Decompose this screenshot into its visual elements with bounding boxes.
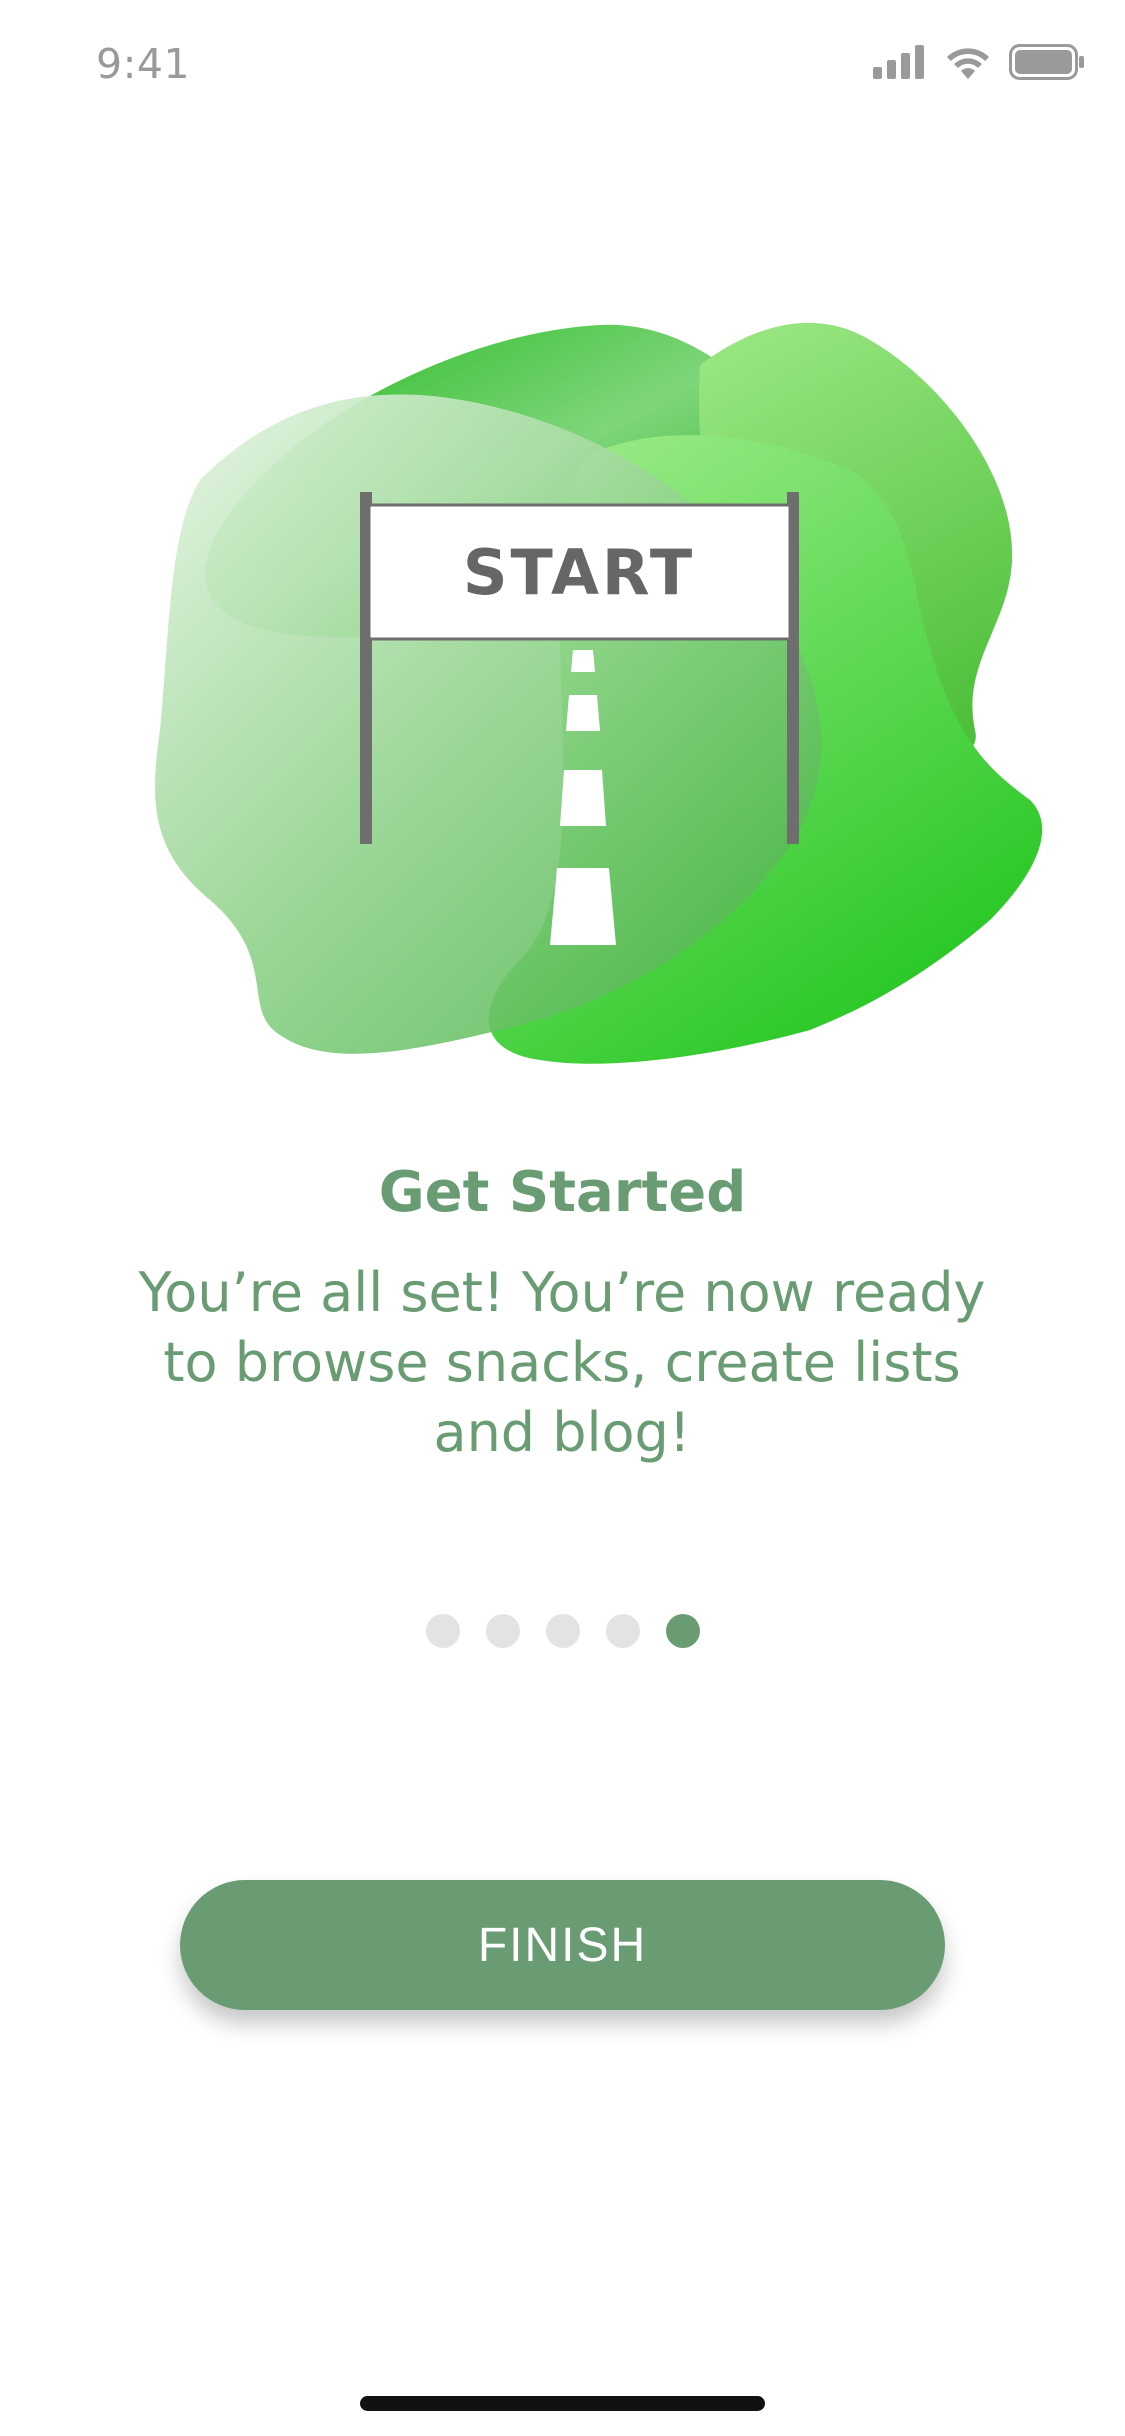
status-time: 9:41 [96, 40, 191, 88]
cellular-signal-icon [873, 45, 924, 79]
page-dot-2[interactable] [485, 1614, 520, 1648]
page-dot-4[interactable] [605, 1614, 640, 1648]
page-indicator [0, 1614, 1125, 1648]
home-indicator[interactable] [360, 2396, 765, 2411]
road-dash-1 [571, 650, 595, 672]
battery-icon [1009, 44, 1084, 80]
road-dash-4 [550, 868, 616, 945]
status-bar: 9:41 [0, 0, 1125, 132]
start-line-illustration: START [155, 322, 1043, 1064]
onboarding-title: Get Started [378, 1160, 747, 1225]
wifi-icon [947, 48, 989, 79]
road-dash-2 [566, 695, 600, 731]
finish-button[interactable]: FINISH [180, 1880, 945, 2010]
page-dot-1[interactable] [425, 1614, 460, 1648]
onboarding-description: You’re all set! You’re now ready to brow… [138, 1261, 986, 1464]
start-sign-text: START [463, 536, 695, 609]
status-icons [873, 44, 1085, 80]
road-dash-3 [560, 770, 606, 826]
page-dot-5-active[interactable] [665, 1614, 700, 1648]
page-dot-3[interactable] [545, 1614, 580, 1648]
